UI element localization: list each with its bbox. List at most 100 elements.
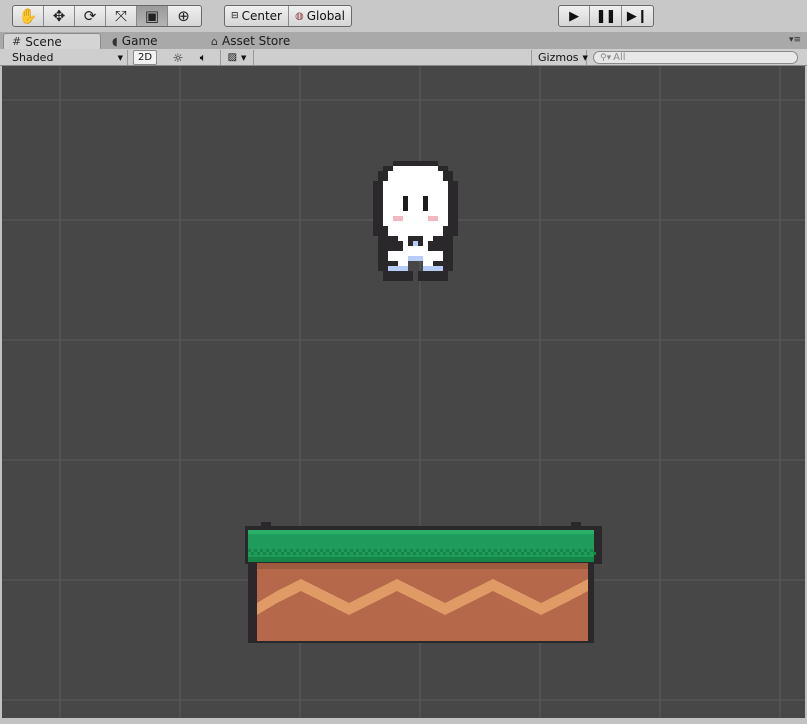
grass-checker-pixel: [440, 549, 443, 552]
grass-checker-pixel: [305, 552, 308, 555]
tab-game[interactable]: ◖ Game: [104, 33, 166, 49]
search-input[interactable]: ⚲▾ All: [593, 51, 798, 64]
ground-platform-sprite[interactable]: [245, 521, 602, 643]
tab-game-label: Game: [121, 34, 158, 48]
grass-checker-pixel: [281, 552, 284, 555]
grass-checker-pixel: [497, 552, 500, 555]
grass-checker-pixel: [419, 552, 422, 555]
combined-tool-button[interactable]: ⊕: [168, 6, 199, 26]
step-button[interactable]: ▶❙: [622, 6, 653, 26]
transform-all-icon: ⊕: [177, 7, 190, 25]
grass-checker-pixel: [272, 549, 275, 552]
effects-dropdown[interactable]: ▨ ▼: [220, 50, 254, 65]
grass-checker-pixel: [548, 549, 551, 552]
gizmos-label: Gizmos: [538, 51, 579, 64]
2d-mode-label: 2D: [137, 52, 153, 63]
grid-icon: #: [12, 35, 22, 48]
play-button[interactable]: ▶: [559, 6, 591, 26]
grass-checker-pixel: [512, 549, 515, 552]
grass-checker-pixel: [563, 552, 566, 555]
audio-toggle[interactable]: 🔈︎: [192, 50, 214, 65]
grass-checker-pixel: [488, 549, 491, 552]
grass-checker-pixel: [278, 549, 281, 552]
move-tool-button[interactable]: ✥: [44, 6, 75, 26]
draw-mode-dropdown[interactable]: Shaded ▼: [4, 50, 128, 65]
rotation-global-button[interactable]: ◍ Global: [289, 6, 351, 26]
tab-asset-store[interactable]: ⌂ Asset Store: [203, 33, 298, 49]
grass-checker-pixel: [464, 549, 467, 552]
rect-transform-icon: ▣: [144, 7, 160, 25]
grass-checker-pixel: [380, 549, 383, 552]
grass-checker-pixel: [308, 549, 311, 552]
tab-scene[interactable]: # Scene: [3, 33, 101, 49]
move-icon: ✥: [52, 7, 66, 25]
platform-top-notches: [261, 522, 271, 528]
grass-checker-pixel: [569, 552, 572, 555]
chevron-down-icon: ▼: [241, 53, 247, 62]
grass-checker-pixel: [503, 552, 506, 555]
rotate-tool-button[interactable]: ⟳: [75, 6, 106, 26]
grass-checker-pixel: [515, 552, 518, 555]
grass-checker-pixel: [482, 549, 485, 552]
center-pivot-icon: ⊟: [231, 11, 239, 21]
2d-mode-toggle[interactable]: 2D: [133, 50, 157, 65]
window-tabs: # Scene ◖ Game ⌂ Asset Store ▾≡: [0, 32, 807, 49]
scene-viewport[interactable]: [2, 66, 805, 718]
grass-checker-pixel: [326, 549, 329, 552]
grass-checker-pixel: [428, 549, 431, 552]
search-placeholder: All: [613, 52, 626, 63]
gizmos-dropdown[interactable]: Gizmos ▼: [531, 50, 588, 65]
tab-menu-icon[interactable]: ▾≡: [789, 35, 801, 45]
lighting-toggle[interactable]: ☼: [167, 50, 189, 65]
grass-checker-pixel: [581, 552, 584, 555]
platform-top-notches: [571, 522, 581, 528]
grass-checker-pixel: [479, 552, 482, 555]
grass-checker-pixel: [587, 552, 590, 555]
platform-grass: [248, 530, 594, 560]
rotate-icon: ⟳: [83, 7, 97, 25]
platform-dirt-shade: [257, 563, 588, 569]
grass-checker-pixel: [353, 552, 356, 555]
platform-grass-bottom: [248, 557, 594, 562]
transform-tools-group: ✋ ✥ ⟳ ⤧ ▣ ⊕: [12, 5, 202, 27]
grass-checker-pixel: [344, 549, 347, 552]
character-body: [383, 166, 448, 271]
grass-checker-pixel: [518, 549, 521, 552]
grass-checker-pixel: [347, 552, 350, 555]
grass-checker-pixel: [311, 552, 314, 555]
grass-checker-pixel: [374, 549, 377, 552]
grass-checker-pixel: [320, 549, 323, 552]
grass-checker-pixel: [566, 549, 569, 552]
grass-checker-pixel: [368, 549, 371, 552]
grass-checker-pixel: [395, 552, 398, 555]
grass-checker-pixel: [296, 549, 299, 552]
grass-checker-pixel: [524, 549, 527, 552]
hand-tool-button[interactable]: ✋: [13, 6, 44, 26]
pivot-center-label: Center: [241, 9, 282, 23]
grass-checker-pixel: [425, 552, 428, 555]
grass-checker-pixel: [494, 549, 497, 552]
grass-checker-pixel: [470, 549, 473, 552]
pivot-center-button[interactable]: ⊟ Center: [225, 6, 289, 26]
rect-tool-button[interactable]: ▣: [137, 6, 168, 26]
pause-button[interactable]: ❚❚: [590, 6, 622, 26]
grass-checker-pixel: [398, 549, 401, 552]
grass-checker-pixel: [383, 552, 386, 555]
scale-tool-button[interactable]: ⤧: [106, 6, 137, 26]
grass-checker-pixel: [371, 552, 374, 555]
grass-checker-pixel: [341, 552, 344, 555]
draw-mode-label: Shaded: [12, 51, 54, 64]
character-sprite[interactable]: [368, 161, 463, 281]
grass-checker-pixel: [560, 549, 563, 552]
hand-icon: ✋: [18, 7, 38, 25]
pause-icon: ❚❚: [595, 8, 617, 24]
grass-checker-pixel: [458, 549, 461, 552]
grass-checker-pixel: [284, 549, 287, 552]
grass-checker-pixel: [476, 549, 479, 552]
grass-checker-pixel: [329, 552, 332, 555]
grass-checker-pixel: [593, 552, 596, 555]
grass-checker-pixel: [506, 549, 509, 552]
grass-checker-pixel: [275, 552, 278, 555]
grass-checker-pixel: [290, 549, 293, 552]
grass-checker-pixel: [461, 552, 464, 555]
